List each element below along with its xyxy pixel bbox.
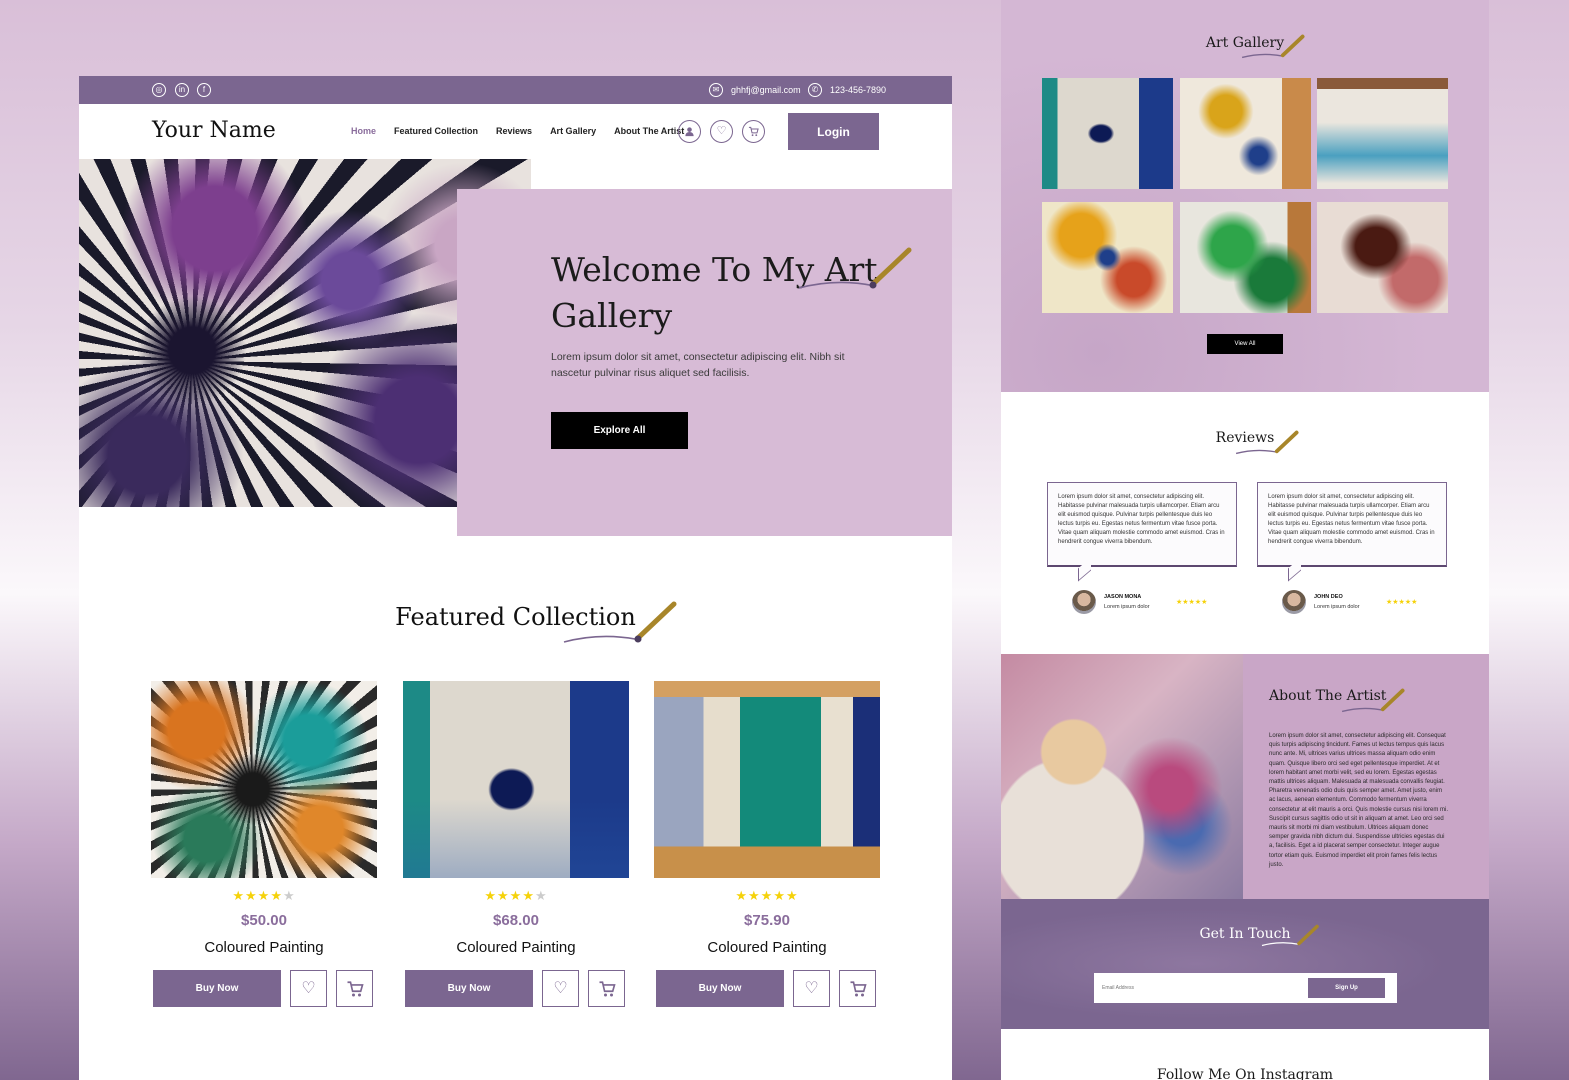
instagram-icon[interactable]: ◎: [152, 83, 166, 97]
buy-now-button[interactable]: Buy Now: [656, 970, 784, 1007]
buy-now-button[interactable]: Buy Now: [405, 970, 533, 1007]
cart-icon[interactable]: [588, 970, 625, 1007]
phone-text: 123-456-7890: [830, 85, 887, 95]
heart-icon[interactable]: ♡: [290, 970, 327, 1007]
avatar: [1282, 590, 1306, 614]
gallery-image[interactable]: [1317, 202, 1448, 313]
nav-item-featured-collection[interactable]: Featured Collection: [394, 126, 478, 136]
landing-page-mockup: ◎ in f ✉ ghhfj@gmail.com ✆ 123-456-7890 …: [79, 76, 952, 1080]
hero-description: Lorem ipsum dolor sit amet, consectetur …: [551, 351, 845, 379]
sign-up-button[interactable]: Sign Up: [1308, 978, 1385, 998]
product-image[interactable]: [403, 681, 629, 878]
cart-icon[interactable]: [742, 120, 765, 143]
mail-icon: ✉: [709, 83, 723, 97]
phone-icon: ✆: [808, 83, 822, 97]
newsletter-form: Sign Up: [1094, 973, 1397, 1003]
artist-photo: [1001, 654, 1243, 899]
heart-icon[interactable]: ♡: [710, 120, 733, 143]
paintbrush-icon: [563, 601, 677, 643]
main-navigation: Your Name Home Featured Collection Revie…: [79, 104, 952, 159]
rating-stars: ★★★★★: [484, 888, 548, 903]
facebook-icon[interactable]: f: [197, 83, 211, 97]
email-contact[interactable]: ✉ ghhfj@gmail.com: [709, 82, 801, 98]
paintbrush-icon: [1261, 924, 1319, 947]
linkedin-icon[interactable]: in: [175, 83, 189, 97]
email-text: ghhfj@gmail.com: [731, 85, 801, 95]
product-price: $50.00: [241, 912, 287, 929]
product-price: $68.00: [493, 912, 539, 929]
review-card: Lorem ipsum dolor sit amet, consectetur …: [1257, 482, 1447, 567]
rating-stars: ★★★★★: [735, 888, 799, 903]
nav-item-about-the-artist[interactable]: About The Artist: [614, 126, 684, 136]
product-price: $75.90: [744, 912, 790, 929]
reviewer-name: JOHN DEO: [1314, 594, 1343, 600]
heart-icon[interactable]: ♡: [542, 970, 579, 1007]
rating-stars: ★★★★★: [232, 888, 296, 903]
gallery-image[interactable]: [1180, 78, 1311, 189]
reviewer-name: JASON MONA: [1104, 594, 1142, 600]
gallery-image[interactable]: [1042, 202, 1173, 313]
top-contact-bar: ◎ in f ✉ ghhfj@gmail.com ✆ 123-456-7890: [79, 76, 952, 104]
heart-icon[interactable]: ♡: [793, 970, 830, 1007]
view-all-button[interactable]: View All: [1207, 334, 1283, 354]
get-in-touch-section: Get In Touch Sign Up: [1001, 899, 1489, 1029]
brand-logo[interactable]: Your Name: [152, 118, 276, 143]
cart-icon[interactable]: [839, 970, 876, 1007]
explore-all-button[interactable]: Explore All: [551, 412, 688, 449]
art-gallery-section: Art Gallery View All: [1001, 0, 1489, 392]
paintbrush-icon: [1341, 688, 1405, 713]
gallery-image[interactable]: [1180, 202, 1311, 313]
rating-stars: ★★★★★: [1176, 599, 1208, 606]
paintbrush-icon: [1235, 430, 1299, 455]
review-card: Lorem ipsum dolor sit amet, consectetur …: [1047, 482, 1237, 567]
user-icon[interactable]: [678, 120, 701, 143]
featured-collection-title: Featured Collection: [395, 603, 636, 631]
rating-stars: ★★★★★: [1386, 599, 1418, 606]
product-name: Coloured Painting: [456, 939, 576, 956]
about-artist-section: About The Artist Lorem ipsum dolor sit a…: [1001, 654, 1489, 899]
cart-icon[interactable]: [336, 970, 373, 1007]
product-card: ★★★★★ $68.00 Coloured Painting Buy Now ♡: [403, 681, 629, 1007]
product-card: ★★★★★ $50.00 Coloured Painting Buy Now ♡: [151, 681, 377, 1007]
reviews-section: Reviews Lorem ipsum dolor sit amet, cons…: [1001, 392, 1489, 654]
product-image[interactable]: [654, 681, 880, 878]
page-sections-mockup: Art Gallery View All Reviews Lorem ipsum…: [1001, 0, 1489, 1080]
reviewer-role: Lorem ipsum dolor: [1104, 604, 1150, 610]
reviewer-role: Lorem ipsum dolor: [1314, 604, 1360, 610]
instagram-title: Follow Me On Instagram: [1156, 1067, 1334, 1080]
product-name: Coloured Painting: [707, 939, 827, 956]
gallery-image[interactable]: [1317, 78, 1448, 189]
product-card: ★★★★★ $75.90 Coloured Painting Buy Now ♡: [654, 681, 880, 1007]
email-field[interactable]: [1102, 981, 1292, 995]
avatar: [1072, 590, 1096, 614]
nav-item-reviews[interactable]: Reviews: [496, 126, 532, 136]
phone-contact[interactable]: ✆ 123-456-7890: [808, 82, 886, 98]
nav-item-art-gallery[interactable]: Art Gallery: [550, 126, 596, 136]
login-button[interactable]: Login: [788, 113, 879, 150]
about-text: Lorem ipsum dolor sit amet, consectetur …: [1269, 733, 1449, 868]
paintbrush-icon: [798, 247, 912, 289]
nav-menu: Home Featured Collection Reviews Art Gal…: [351, 126, 684, 136]
buy-now-button[interactable]: Buy Now: [153, 970, 281, 1007]
product-name: Coloured Painting: [204, 939, 324, 956]
hero-section: Welcome To My Art Gallery Lorem ipsum do…: [79, 159, 952, 539]
get-in-touch-title: Get In Touch: [1199, 926, 1291, 942]
paintbrush-icon: [1241, 34, 1305, 59]
product-image[interactable]: [151, 681, 377, 878]
gallery-image[interactable]: [1042, 78, 1173, 189]
nav-item-home[interactable]: Home: [351, 126, 376, 136]
instagram-section: Follow Me On Instagram: [1001, 1029, 1489, 1080]
